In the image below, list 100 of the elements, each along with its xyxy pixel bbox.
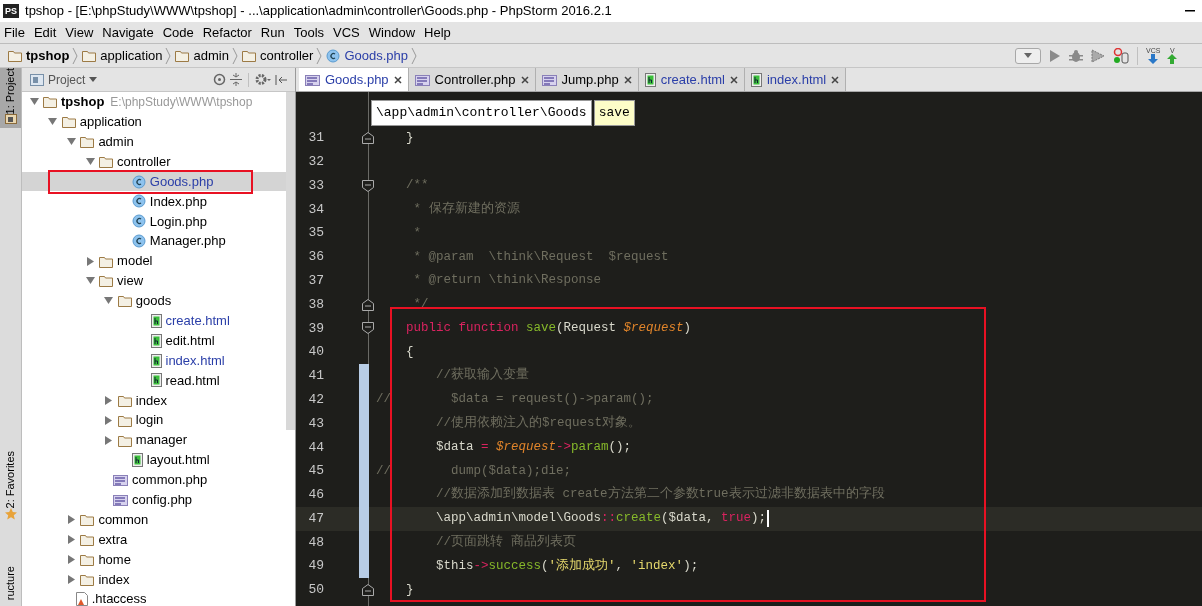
fold-end-icon[interactable] — [362, 132, 374, 144]
menu-item[interactable]: Help — [424, 23, 451, 42]
close-icon[interactable] — [393, 75, 402, 84]
tree-item[interactable]: common.php — [132, 470, 208, 490]
tree-item[interactable]: layout.html — [146, 450, 210, 470]
expanded-arrow-icon[interactable] — [48, 118, 58, 126]
tree-item[interactable]: common — [98, 509, 149, 530]
editor-tab[interactable]: index.html — [744, 68, 847, 91]
tree-item[interactable]: edit.html — [165, 330, 215, 351]
code-line: } — [405, 129, 414, 147]
folder-icon — [117, 393, 132, 407]
breadcrumb-item[interactable]: admin — [175, 45, 229, 66]
tree-item[interactable]: config.php — [132, 490, 193, 510]
settings-icon[interactable] — [255, 73, 271, 86]
chevron-icon — [72, 47, 80, 64]
close-icon[interactable] — [729, 75, 738, 84]
tree-item[interactable]: index — [135, 390, 167, 411]
tree-item[interactable]: Manager.php — [149, 231, 226, 251]
tree-item[interactable]: index — [98, 569, 130, 590]
tree-item[interactable]: read.html — [165, 370, 220, 391]
tree-item[interactable]: admin — [98, 131, 134, 152]
breadcrumb-item[interactable]: tpshop — [8, 45, 70, 66]
tree-item[interactable]: goods — [135, 291, 172, 311]
bug-icon[interactable] — [1069, 48, 1083, 63]
expanded-arrow-icon[interactable] — [29, 98, 39, 106]
line-number: 44 — [307, 438, 324, 457]
fold-end-icon[interactable] — [362, 298, 374, 311]
close-icon[interactable] — [831, 75, 840, 84]
collapsed-arrow-icon[interactable] — [105, 415, 113, 425]
collapsed-arrow-icon[interactable] — [67, 535, 75, 545]
tree-item[interactable]: home — [98, 549, 131, 570]
run-icon[interactable] — [1049, 48, 1061, 63]
collapsed-arrow-icon[interactable] — [67, 554, 75, 564]
collapsed-arrow-icon[interactable] — [105, 395, 113, 405]
tree-item[interactable]: controller — [117, 151, 171, 172]
side-tab[interactable]: ructure — [0, 566, 21, 606]
editor-tab[interactable]: Controller.php — [408, 68, 536, 91]
tree-item[interactable]: model — [117, 251, 153, 271]
collapsed-arrow-icon[interactable] — [67, 515, 75, 525]
chevron-icon — [316, 47, 324, 64]
tree-item[interactable]: tpshop — [61, 92, 105, 112]
breadcrumb-item[interactable]: Goods.php — [326, 45, 408, 66]
menu-item[interactable]: Edit — [33, 23, 57, 42]
editor-tab[interactable]: Goods.php — [299, 68, 409, 91]
dropdown-button[interactable] — [1015, 47, 1041, 64]
collapsed-arrow-icon[interactable] — [105, 435, 113, 445]
expanded-arrow-icon[interactable] — [85, 277, 95, 285]
fold-end-icon[interactable] — [362, 584, 374, 597]
php-file-icon — [541, 72, 557, 87]
breadcrumb-popup-item[interactable]: save — [593, 100, 635, 126]
tree-item[interactable]: create.html — [165, 311, 230, 331]
folder-icon — [80, 572, 95, 586]
line-number: 37 — [307, 271, 324, 290]
menu-item[interactable]: View — [65, 23, 94, 42]
tree-item[interactable]: manager — [135, 430, 188, 450]
tree-item[interactable]: extra — [98, 529, 128, 550]
tree-item[interactable]: Login.php — [149, 211, 207, 232]
fold-start-icon[interactable] — [362, 179, 374, 192]
side-tab[interactable]: 2: Favorites — [0, 451, 21, 529]
locate-icon[interactable] — [213, 73, 226, 86]
close-icon[interactable] — [623, 75, 632, 84]
side-tab[interactable]: 1: Project — [0, 68, 21, 128]
breadcrumb-popup-item[interactable]: \app\admin\controller\Goods — [371, 100, 592, 126]
minimize-icon[interactable] — [1185, 10, 1195, 12]
tree-item[interactable]: index.html — [165, 350, 225, 371]
menu-item[interactable]: Refactor — [202, 23, 252, 42]
expanded-arrow-icon[interactable] — [66, 138, 76, 146]
coverage-icon[interactable] — [1091, 48, 1105, 63]
close-icon[interactable] — [520, 75, 529, 84]
expanded-arrow-icon[interactable] — [104, 297, 114, 305]
project-view-dropdown[interactable]: Project — [48, 70, 86, 89]
collapsed-arrow-icon[interactable] — [86, 256, 94, 266]
menu-item[interactable]: Run — [260, 23, 285, 42]
caret-icon[interactable] — [89, 77, 98, 82]
tree-item[interactable]: Index.php — [149, 191, 207, 212]
editor-tab[interactable]: Jump.php — [535, 68, 639, 91]
menu-item[interactable]: Navigate — [102, 23, 154, 42]
class-icon — [326, 48, 341, 63]
folder-icon — [99, 155, 114, 169]
tree-item[interactable]: login — [135, 410, 164, 430]
tree-item[interactable]: view — [117, 271, 144, 291]
breadcrumb-item[interactable]: application — [82, 45, 163, 66]
hide-panel-icon[interactable] — [275, 73, 287, 86]
code-line: // $data = request()->param(); — [376, 391, 654, 409]
code-line: // dump($data);die; — [376, 462, 572, 480]
menu-item[interactable]: File — [4, 23, 25, 42]
expanded-arrow-icon[interactable] — [85, 158, 95, 166]
menu-item[interactable]: Tools — [293, 23, 325, 42]
breadcrumb-item[interactable]: controller — [241, 45, 314, 66]
stop-icon[interactable] — [1113, 47, 1129, 64]
editor-tab[interactable]: create.html — [638, 68, 745, 91]
fold-start-icon[interactable] — [362, 322, 374, 335]
collapsed-arrow-icon[interactable] — [67, 574, 75, 584]
menu-item[interactable]: VCS — [333, 23, 360, 42]
menu-item[interactable]: Code — [162, 23, 194, 42]
scrollbar-thumb[interactable] — [286, 92, 295, 430]
collapse-icon[interactable] — [230, 73, 242, 86]
tree-item[interactable]: application — [79, 112, 142, 132]
menu-item[interactable]: Window — [368, 23, 416, 42]
tree-item[interactable]: .htaccess — [91, 589, 147, 606]
